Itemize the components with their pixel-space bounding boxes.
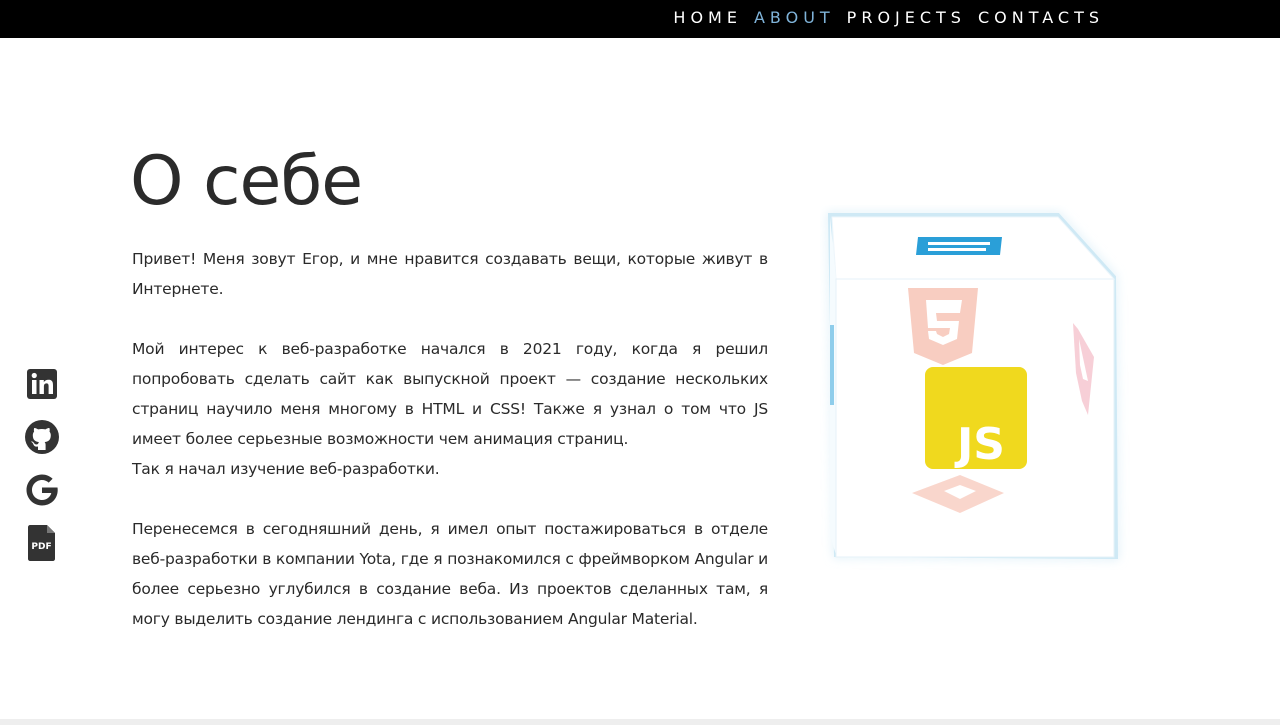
main-nav: HOME ABOUT PROJECTS CONTACTS [661,0,1104,34]
linkedin-icon[interactable] [22,364,62,404]
github-icon[interactable] [22,417,62,457]
html5-side-icon [830,325,834,405]
paragraph-line: Так я начал изучение веб-разработки. [132,460,440,478]
pdf-icon-label: PDF [31,542,51,552]
paragraph-line: Перенесемся в сегодняшний день, я имел о… [132,520,768,628]
about-paragraph-1: Привет! Меня зовут Егор, и мне нравится … [132,244,768,304]
js-icon: JS [925,367,1027,470]
nav-projects[interactable]: PROJECTS [847,8,966,27]
paragraph-line: Мой интерес к веб-разработке начался в 2… [132,340,768,448]
about-text: Привет! Меня зовут Егор, и мне нравится … [132,244,768,664]
google-icon[interactable] [22,470,62,510]
nav-contacts[interactable]: CONTACTS [978,8,1104,27]
html5-icon [916,237,1002,255]
bottom-strip [0,719,1280,725]
tech-cube: JS [820,205,1130,570]
top-navbar: HOME ABOUT PROJECTS CONTACTS [0,0,1280,38]
js-logo-text: JS [954,419,1005,470]
pdf-icon[interactable]: PDF [22,523,62,563]
about-paragraph-2: Мой интерес к веб-разработке начался в 2… [132,334,768,484]
css3-icon [908,288,978,365]
nav-about[interactable]: ABOUT [754,8,835,27]
about-paragraph-3: Перенесемся в сегодняшний день, я имел о… [132,514,768,634]
nav-home[interactable]: HOME [673,8,742,27]
social-links: PDF [22,364,62,576]
paragraph-line: Привет! Меня зовут Егор, и мне нравится … [132,250,768,298]
page-title: О себе [130,142,363,221]
